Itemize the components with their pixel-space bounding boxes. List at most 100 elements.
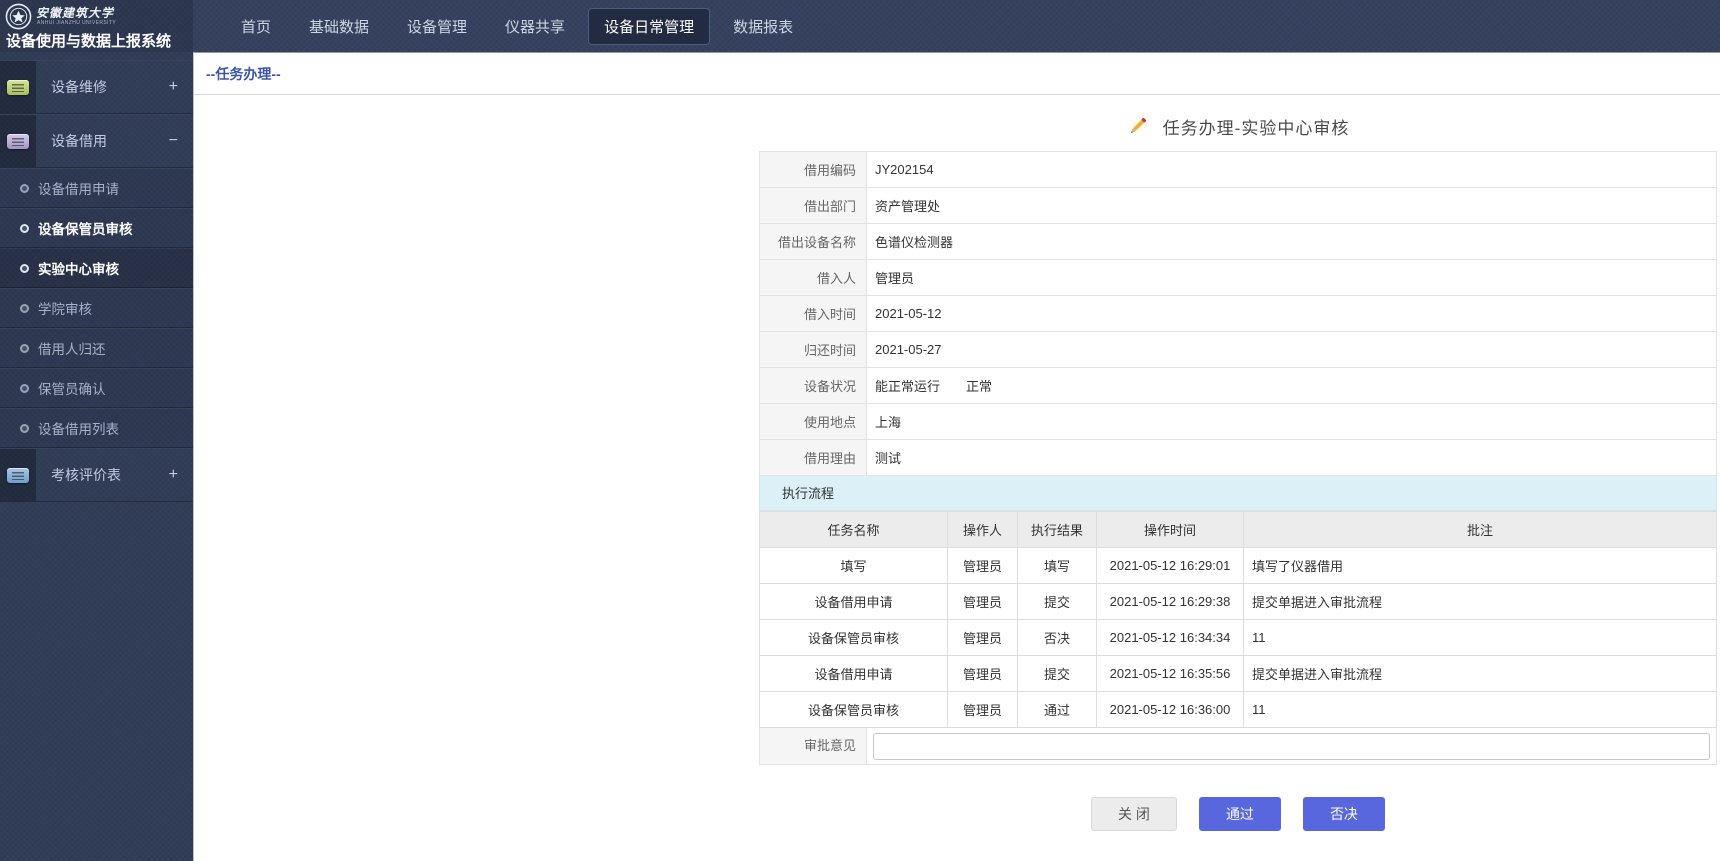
menu-badge-green-icon	[7, 80, 29, 95]
reject-button[interactable]: 否决	[1303, 797, 1385, 831]
system-title: 设备使用与数据上报系统	[6, 30, 171, 51]
nav-item-daily-mgmt-active[interactable]: 设备日常管理	[588, 8, 710, 45]
sub-item-label: 设备借用列表	[38, 418, 119, 438]
cell-note: 提交单据进入审批流程	[1244, 584, 1717, 620]
bullet-icon	[20, 304, 29, 313]
column-header: 操作人	[948, 512, 1018, 548]
field-value-borrow-code: JY202154	[867, 152, 1717, 188]
top-bar: 安徽建筑大学 ANHUI JIANZHU UNIVERSITY 设备使用与数据上…	[0, 0, 1720, 52]
field-value-device-name: 色谱仪检测器	[867, 224, 1717, 260]
group-label-borrow: 设备借用	[36, 115, 169, 167]
bullet-icon	[20, 264, 29, 273]
university-name: 安徽建筑大学	[36, 4, 114, 21]
sidebar-item-custodian-review[interactable]: 设备保管员审核	[0, 208, 193, 248]
cell-result: 通过	[1018, 692, 1097, 728]
field-value-use-location: 上海	[867, 404, 1717, 440]
bullet-icon	[20, 424, 29, 433]
field-value-borrower: 管理员	[867, 260, 1717, 296]
field-value-lending-dept: 资产管理处	[867, 188, 1717, 224]
sub-item-label: 借用人归还	[38, 338, 106, 358]
table-row: 借用理由 测试	[760, 440, 1717, 476]
table-row: 借用编码 JY202154	[760, 152, 1717, 188]
cell-operator: 管理员	[948, 620, 1018, 656]
sidebar-group-equipment-repair[interactable]: 设备维修 +	[0, 60, 193, 114]
field-label: 借出设备名称	[760, 224, 867, 260]
field-label: 借出部门	[760, 188, 867, 224]
nav-item-instrument-share[interactable]: 仪器共享	[486, 16, 584, 37]
cell-time: 2021-05-12 16:29:01	[1097, 548, 1244, 584]
field-value-borrow-reason: 测试	[867, 440, 1717, 476]
field-value-return-date: 2021-05-27	[867, 332, 1717, 368]
cell-note: 11	[1244, 620, 1717, 656]
cell-result: 提交	[1018, 656, 1097, 692]
sub-item-label: 学院审核	[38, 298, 92, 318]
field-label: 借用理由	[760, 440, 867, 476]
flow-table-row: 设备保管员审核 管理员 否决 2021-05-12 16:34:34 11	[760, 620, 1717, 656]
sidebar-group-equipment-borrow[interactable]: 设备借用 −	[0, 114, 193, 168]
page-title: 任务办理-实验中心审核	[1163, 114, 1350, 139]
sidebar-item-custodian-confirm[interactable]: 保管员确认	[0, 368, 193, 408]
bullet-icon	[20, 184, 29, 193]
expand-plus-icon: +	[169, 449, 193, 501]
table-row: 借出部门 资产管理处	[760, 188, 1717, 224]
table-row: 归还时间 2021-05-27	[760, 332, 1717, 368]
nav-item-equipment-mgmt[interactable]: 设备管理	[388, 16, 486, 37]
cell-result: 否决	[1018, 620, 1097, 656]
table-row: 借出设备名称 色谱仪检测器	[760, 224, 1717, 260]
field-value-borrow-date: 2021-05-12	[867, 296, 1717, 332]
page: 安徽建筑大学 ANHUI JIANZHU UNIVERSITY 设备使用与数据上…	[0, 0, 1720, 861]
task-form: 任务办理-实验中心审核 借用编码 JY202154 借出部门 资产管理处 借出设…	[759, 95, 1717, 831]
cell-task-name: 设备保管员审核	[760, 620, 948, 656]
university-name-en: ANHUI JIANZHU UNIVERSITY	[37, 20, 116, 26]
field-label: 借入人	[760, 260, 867, 296]
expand-plus-icon: +	[169, 61, 193, 113]
column-header: 任务名称	[760, 512, 948, 548]
cell-task-name: 设备借用申请	[760, 656, 948, 692]
sub-item-label: 保管员确认	[38, 378, 106, 398]
table-row: 借入人 管理员	[760, 260, 1717, 296]
approval-comment-field-cell	[867, 728, 1716, 764]
page-title-row: 任务办理-实验中心审核	[759, 95, 1717, 151]
menu-badge-purple-icon	[7, 134, 29, 149]
sidebar-item-borrow-list[interactable]: 设备借用列表	[0, 408, 193, 448]
borrow-group-icon-cell	[0, 115, 36, 167]
approval-comment-input[interactable]	[873, 733, 1710, 760]
cell-note: 11	[1244, 692, 1717, 728]
cell-task-name: 设备借用申请	[760, 584, 948, 620]
sidebar-group-evaluation[interactable]: 考核评价表 +	[0, 448, 193, 502]
cell-task-name: 设备保管员审核	[760, 692, 948, 728]
flow-table-row: 设备借用申请 管理员 提交 2021-05-12 16:35:56 提交单据进入…	[760, 656, 1717, 692]
bullet-icon	[20, 344, 29, 353]
group-label-evaluation: 考核评价表	[36, 449, 169, 501]
approve-button[interactable]: 通过	[1199, 797, 1281, 831]
cell-time: 2021-05-12 16:29:38	[1097, 584, 1244, 620]
column-header: 操作时间	[1097, 512, 1244, 548]
flow-table-header-row: 任务名称 操作人 执行结果 操作时间 批注	[760, 512, 1717, 548]
field-label: 归还时间	[760, 332, 867, 368]
section-header-flow: 执行流程	[759, 476, 1717, 511]
column-header: 批注	[1244, 512, 1717, 548]
sidebar-item-borrow-apply[interactable]: 设备借用申请	[0, 168, 193, 208]
action-buttons: 关 闭 通过 否决	[759, 797, 1717, 831]
cell-time: 2021-05-12 16:35:56	[1097, 656, 1244, 692]
nav-item-home[interactable]: 首页	[222, 16, 290, 37]
field-label: 使用地点	[760, 404, 867, 440]
cell-operator: 管理员	[948, 692, 1018, 728]
flow-table-row: 设备借用申请 管理员 提交 2021-05-12 16:29:38 提交单据进入…	[760, 584, 1717, 620]
flow-table: 任务名称 操作人 执行结果 操作时间 批注 填写 管理员 填写 2021-05-…	[759, 511, 1717, 728]
breadcrumb: --任务办理--	[194, 53, 1720, 95]
nav-item-basic-data[interactable]: 基础数据	[290, 16, 388, 37]
cell-note: 提交单据进入审批流程	[1244, 656, 1717, 692]
nav-item-data-report[interactable]: 数据报表	[714, 16, 812, 37]
sub-item-label: 设备保管员审核	[38, 218, 133, 238]
sidebar-item-borrower-return[interactable]: 借用人归还	[0, 328, 193, 368]
table-row: 设备状况 能正常运行 正常	[760, 368, 1717, 404]
group-label-repair: 设备维修	[36, 61, 169, 113]
bullet-icon	[20, 384, 29, 393]
close-button[interactable]: 关 闭	[1091, 797, 1177, 831]
sidebar-item-lab-center-review[interactable]: 实验中心审核	[0, 248, 193, 288]
cell-time: 2021-05-12 16:36:00	[1097, 692, 1244, 728]
sidebar-item-college-review[interactable]: 学院审核	[0, 288, 193, 328]
cell-result: 填写	[1018, 548, 1097, 584]
pencil-icon	[1127, 115, 1149, 137]
